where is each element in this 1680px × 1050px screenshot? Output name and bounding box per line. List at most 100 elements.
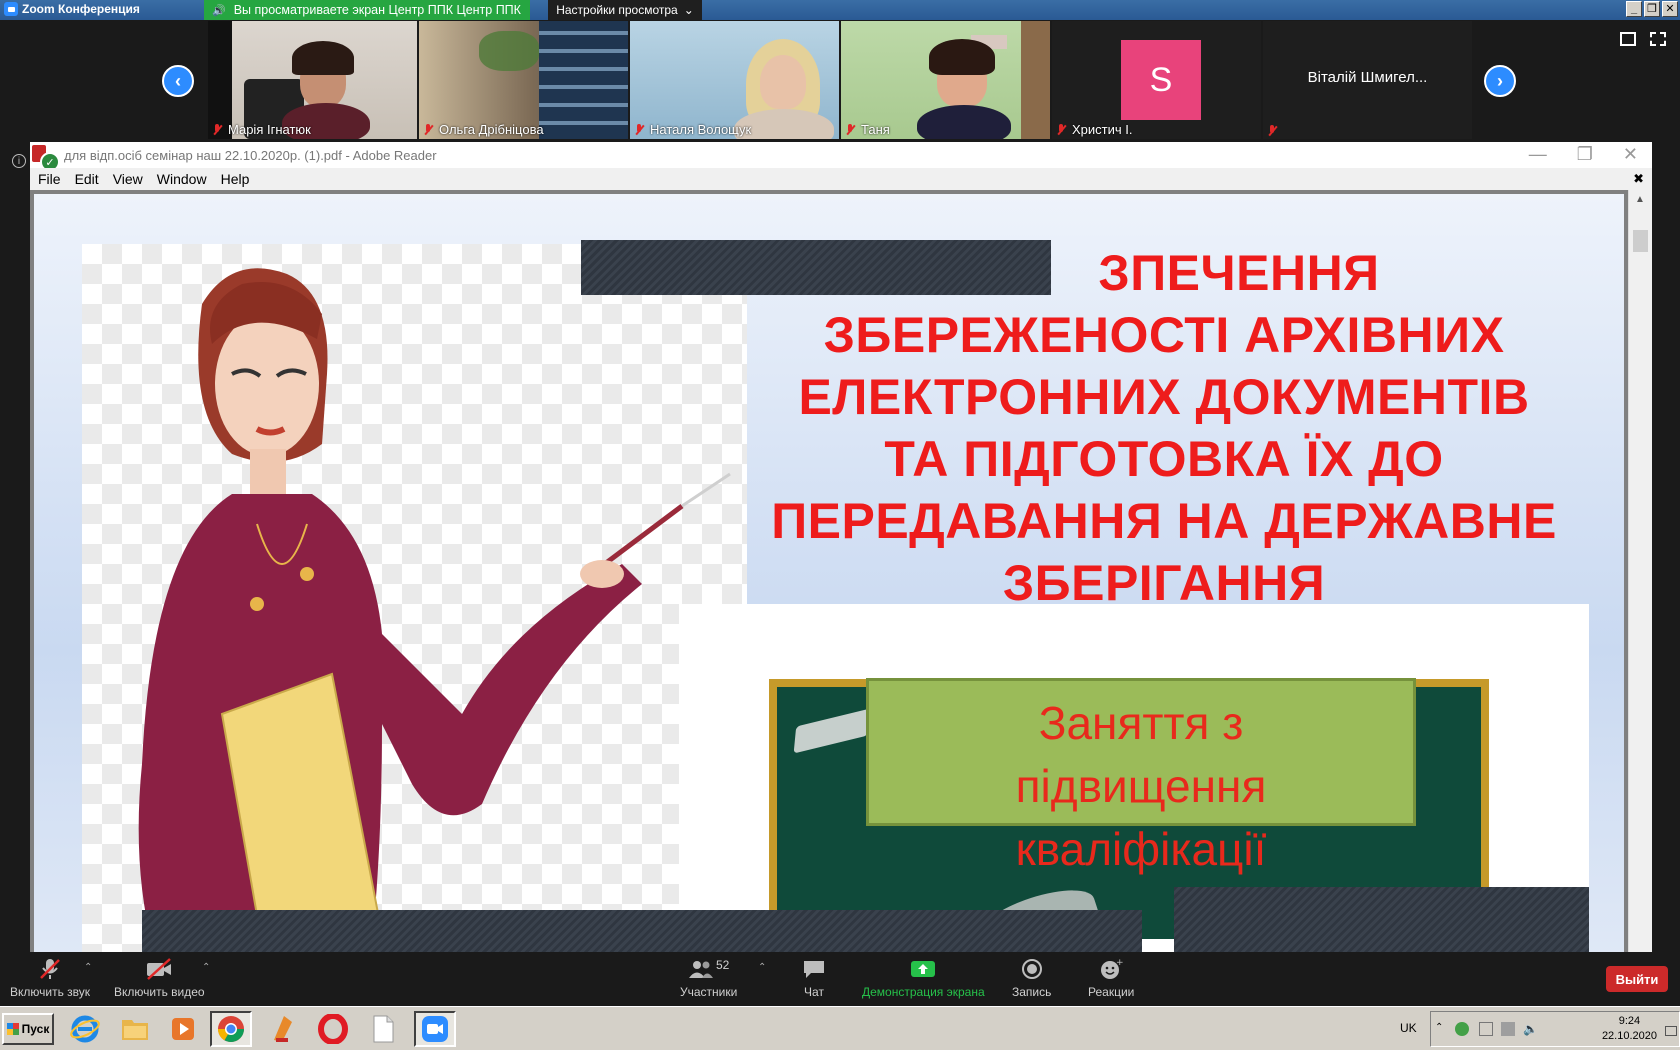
app-title-text: Zoom Конференция xyxy=(22,2,140,16)
internet-explorer-icon[interactable] xyxy=(64,1011,106,1047)
record-button[interactable]: Запись xyxy=(1012,958,1051,999)
reader-close-button[interactable]: ✕ xyxy=(1623,144,1638,165)
mic-muted-icon xyxy=(1056,123,1066,136)
show-desktop-icon[interactable] xyxy=(1665,1026,1677,1036)
menu-window[interactable]: Window xyxy=(157,171,207,187)
chat-icon xyxy=(802,958,826,980)
next-page-arrow-icon[interactable]: › xyxy=(1484,65,1516,97)
security-flag-icon[interactable] xyxy=(1479,1022,1493,1036)
participant-tile[interactable]: Таня xyxy=(841,21,1050,139)
maximize-button[interactable]: ❐ xyxy=(1644,1,1660,17)
participant-tile[interactable]: Наталя Волощук xyxy=(630,21,839,139)
participants-count: 52 xyxy=(715,958,730,972)
opera-icon[interactable] xyxy=(312,1011,354,1047)
participants-button[interactable]: 52 Участники xyxy=(680,958,737,999)
heading-line: ЗБЕРІГАННЯ xyxy=(1002,555,1326,611)
clock[interactable]: 9:24 22.10.2020 xyxy=(1602,1014,1657,1044)
heading-line: ЕЛЕКТРОННИХ ДОКУМЕНТІВ xyxy=(798,369,1530,425)
menu-edit[interactable]: Edit xyxy=(75,171,99,187)
reader-app-icon[interactable] xyxy=(262,1011,304,1047)
reactions-label: Реакции xyxy=(1088,985,1135,999)
participant-name: Наталя Волощук xyxy=(650,122,752,137)
participant-name: Таня xyxy=(861,122,890,137)
participant-tile[interactable]: Віталій Шмигел... xyxy=(1263,21,1472,139)
update-icon[interactable] xyxy=(1455,1022,1469,1036)
volume-icon[interactable]: 🔈 xyxy=(1523,1022,1538,1036)
record-icon xyxy=(1021,958,1043,980)
participant-tile[interactable]: Марія Ігнатюк xyxy=(208,21,417,139)
video-options-caret-icon[interactable]: ⌃ xyxy=(202,962,210,973)
slide-heading: ЗПЕЧЕННЯ ЗБЕРЕЖЕНОСТІ АРХІВНИХ ЕЛЕКТРОНН… xyxy=(744,242,1584,614)
reader-menu-bar: File Edit View Window Help ✖ xyxy=(30,168,1652,190)
mic-muted-icon xyxy=(845,123,855,136)
view-options-button[interactable]: Настройки просмотра ⌄ xyxy=(548,0,702,20)
unmute-label: Включить звук xyxy=(10,985,91,999)
start-label: Пуск xyxy=(21,1022,50,1036)
network-icon[interactable] xyxy=(1501,1022,1515,1036)
label-line: підвищення xyxy=(1015,760,1267,812)
clock-date: 22.10.2020 xyxy=(1601,1030,1657,1042)
file-explorer-icon[interactable] xyxy=(114,1011,156,1047)
participant-name-tag: Наталя Волощук xyxy=(634,122,751,137)
participant-tile[interactable]: Ольга Дрібніцова xyxy=(419,21,628,139)
speaker-icon: 🔊 xyxy=(212,4,226,17)
participant-name-tag: Марія Ігнатюк xyxy=(212,122,311,137)
menu-view[interactable]: View xyxy=(113,171,143,187)
blank-document-icon[interactable] xyxy=(362,1011,404,1047)
mic-muted-icon xyxy=(212,123,222,136)
participant-display-name: Віталій Шмигел... xyxy=(1307,69,1428,86)
screen-share-banner: 🔊 Вы просматриваете экран Центр ППК Цент… xyxy=(204,0,530,20)
participant-name-tag: Христич І. xyxy=(1056,122,1133,137)
video-off-icon xyxy=(145,958,173,980)
leave-meeting-button[interactable]: Выйти xyxy=(1606,966,1668,992)
unmute-button[interactable]: Включить звук xyxy=(10,958,90,999)
media-player-icon[interactable] xyxy=(162,1011,204,1047)
reader-minimize-button[interactable]: — xyxy=(1529,144,1547,165)
gallery-view-icon[interactable] xyxy=(1620,32,1636,46)
document-area[interactable]: ЗПЕЧЕННЯ ЗБЕРЕЖЕНОСТІ АРХІВНИХ ЕЛЕКТРОНН… xyxy=(30,190,1652,952)
reader-title-text: для відп.осіб семінар наш 22.10.2020р. (… xyxy=(64,148,437,163)
svg-text:+: + xyxy=(1116,958,1123,968)
smiley-icon: + xyxy=(1099,958,1123,980)
reader-restore-button[interactable]: ❐ xyxy=(1577,144,1593,165)
language-indicator[interactable]: UK xyxy=(1400,1021,1417,1035)
view-options-label: Настройки просмотра xyxy=(556,3,678,17)
start-video-button[interactable]: Включить видео xyxy=(114,958,205,999)
mic-off-icon xyxy=(38,958,62,980)
menu-file[interactable]: File xyxy=(38,171,61,187)
participant-name: Ольга Дрібніцова xyxy=(439,122,544,137)
chrome-icon[interactable] xyxy=(210,1011,252,1047)
participant-name-tag: Таня xyxy=(845,122,890,137)
participant-name: Марія Ігнатюк xyxy=(228,122,311,137)
vertical-scrollbar[interactable]: ▲ xyxy=(1628,190,1652,952)
tray-expand-icon[interactable]: ⌃ xyxy=(1435,1022,1449,1036)
zoom-app-icon[interactable] xyxy=(414,1011,456,1047)
window-controls: _ ❐ ✕ xyxy=(1626,1,1678,17)
system-tray: UK ⌃ 🔈 9:24 22.10.2020 xyxy=(1400,1011,1680,1047)
view-controls xyxy=(1620,32,1666,46)
reactions-button[interactable]: + Реакции xyxy=(1088,958,1134,999)
pdf-page: ЗПЕЧЕННЯ ЗБЕРЕЖЕНОСТІ АРХІВНИХ ЕЛЕКТРОНН… xyxy=(34,194,1624,952)
minimize-button[interactable]: _ xyxy=(1626,1,1642,17)
start-video-label: Включить видео xyxy=(114,985,205,999)
participant-avatar: S xyxy=(1121,40,1201,120)
menu-help[interactable]: Help xyxy=(221,171,250,187)
mic-muted-icon xyxy=(423,123,433,136)
chat-button[interactable]: Чат xyxy=(802,958,826,999)
participant-name-tag: Ольга Дрібніцова xyxy=(423,122,544,137)
participant-tile[interactable]: S Христич І. xyxy=(1052,21,1261,139)
fullscreen-icon[interactable] xyxy=(1650,32,1666,46)
scrollbar-thumb[interactable] xyxy=(1633,230,1648,252)
share-screen-button[interactable]: Демонстрация экрана xyxy=(862,958,985,999)
audio-options-caret-icon[interactable]: ⌃ xyxy=(84,962,92,973)
participants-caret-icon[interactable]: ⌃ xyxy=(758,962,766,973)
mic-muted-icon xyxy=(634,123,644,136)
scroll-up-icon[interactable]: ▲ xyxy=(1635,194,1645,205)
heading-line: ТА ПІДГОТОВКА ЇХ ДО xyxy=(884,431,1444,487)
close-button[interactable]: ✕ xyxy=(1662,1,1678,17)
start-button[interactable]: Пуск xyxy=(2,1013,54,1045)
prev-page-arrow-icon[interactable]: ‹ xyxy=(162,65,194,97)
info-icon[interactable]: i xyxy=(12,154,26,168)
participant-name: Христич І. xyxy=(1072,122,1133,137)
close-document-icon[interactable]: ✖ xyxy=(1633,171,1644,187)
